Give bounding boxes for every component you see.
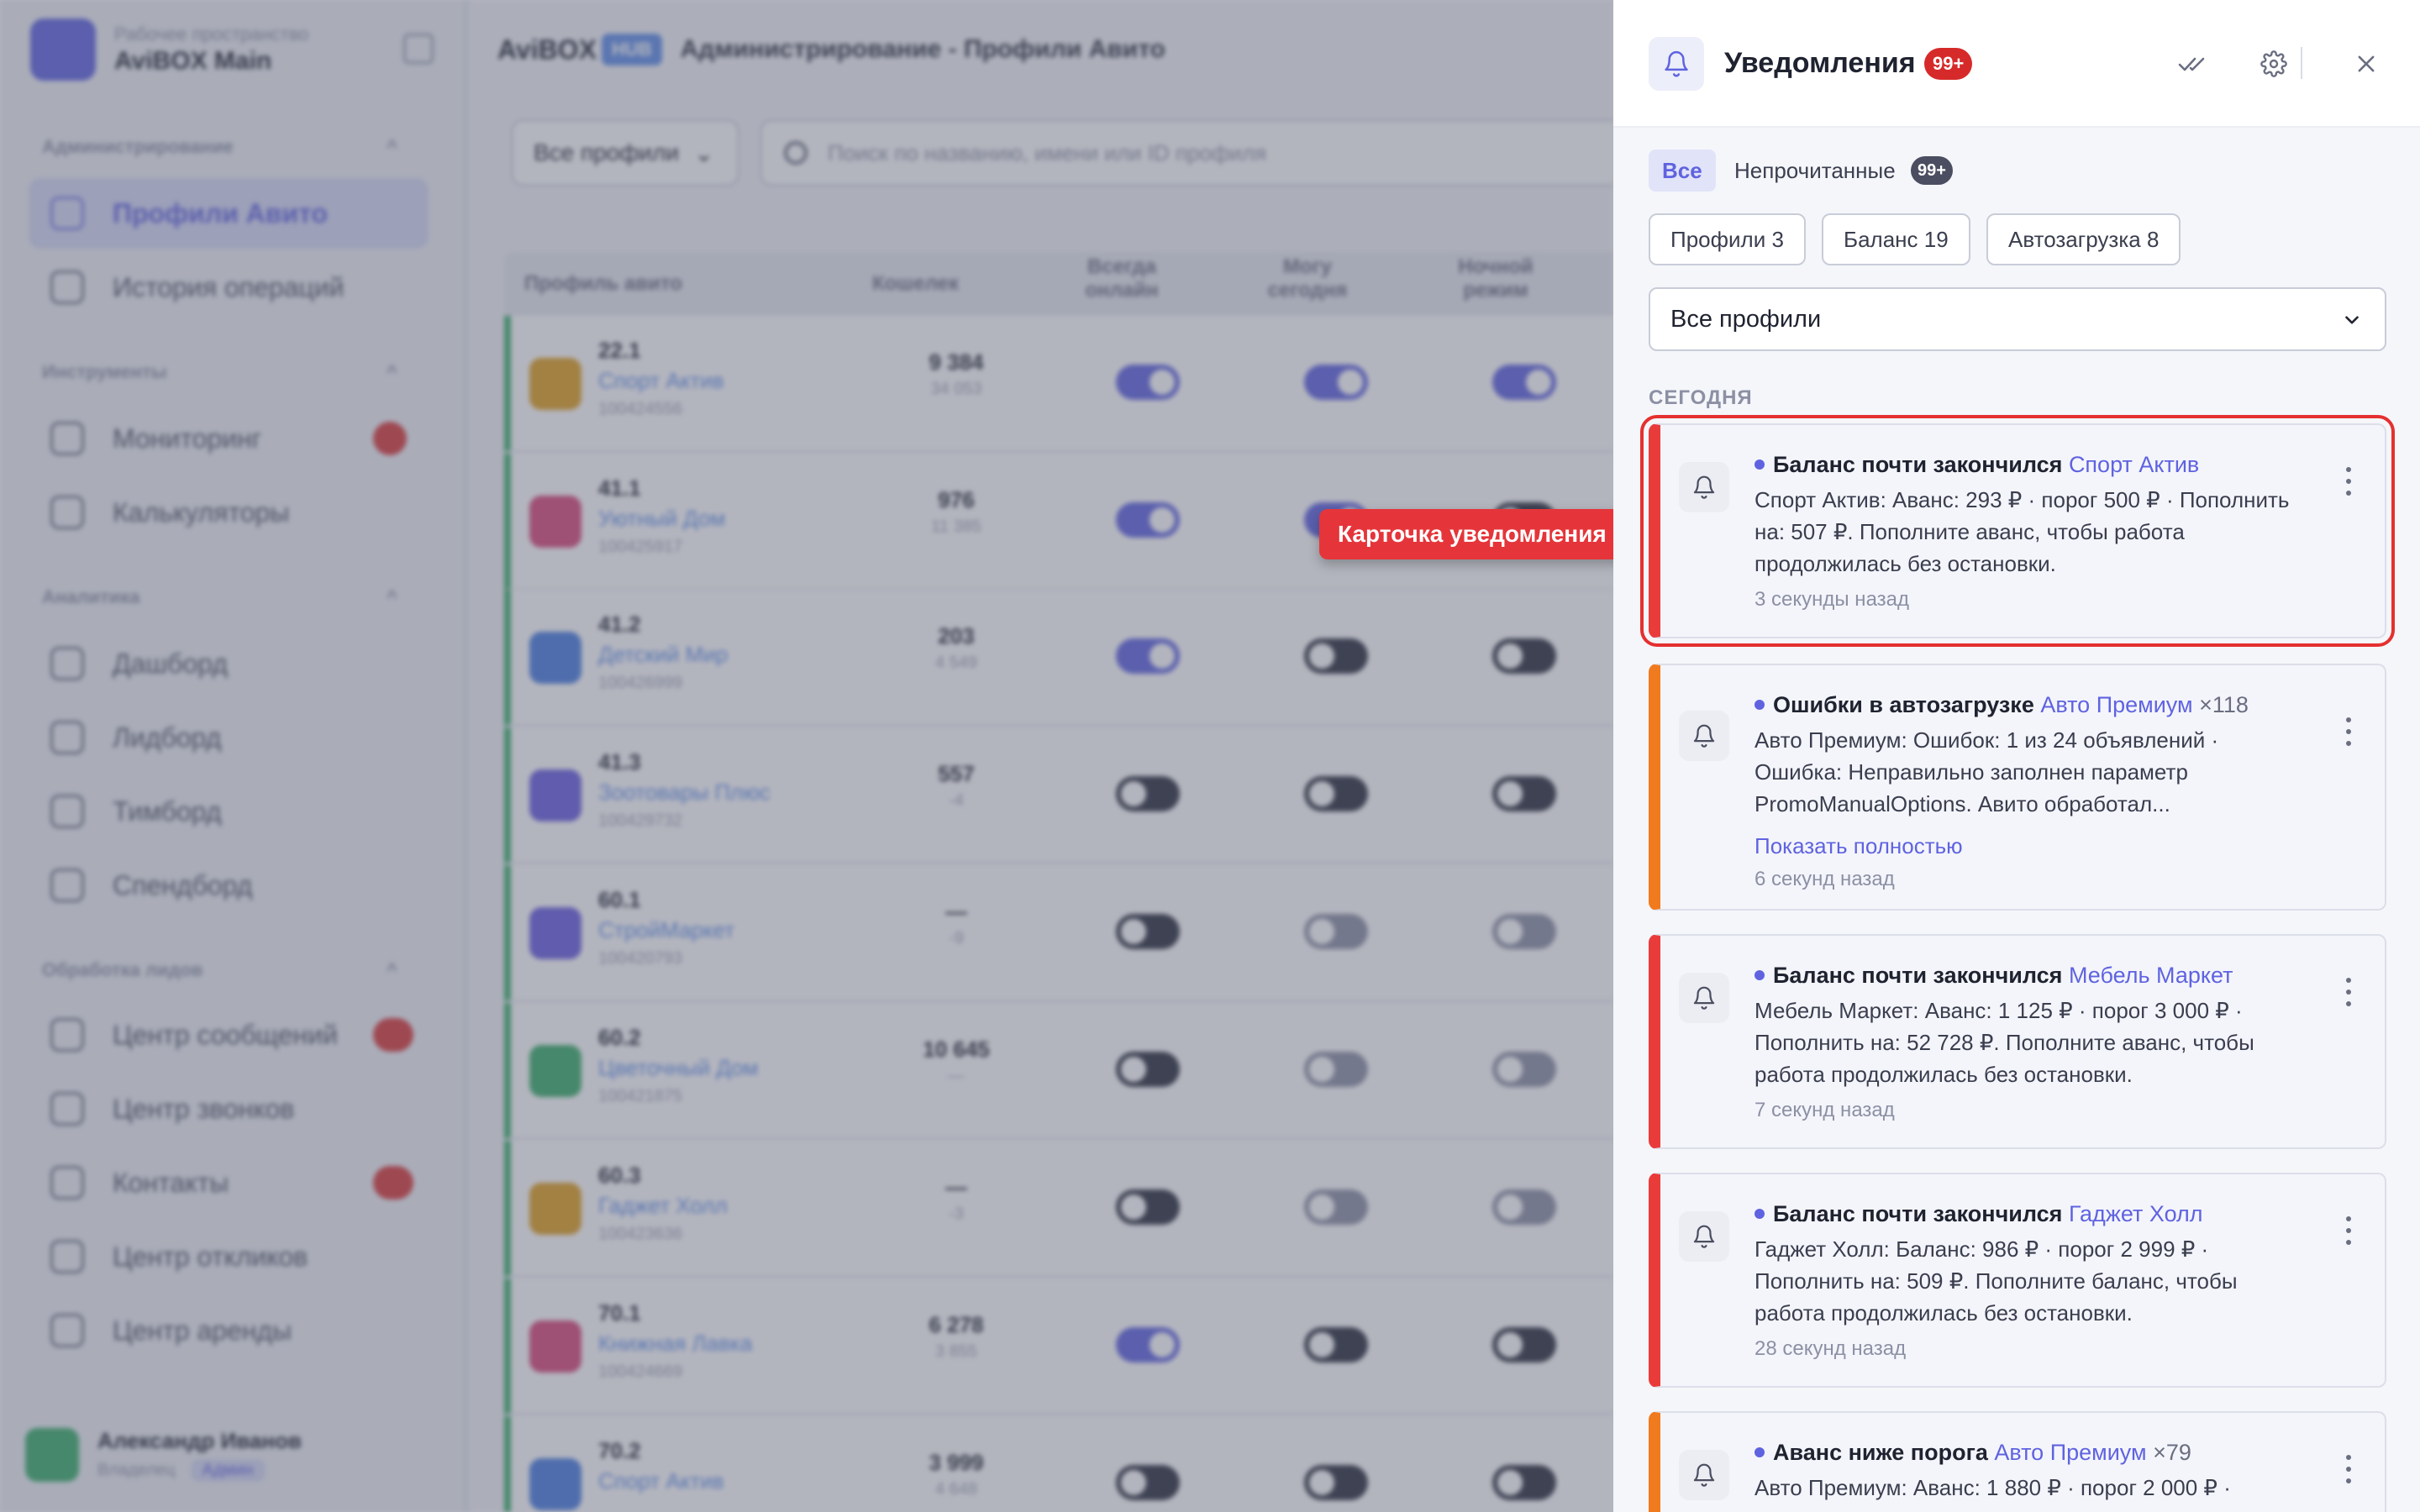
header-divider [2301, 47, 2302, 79]
notifications-title: Уведомления [1724, 47, 1916, 79]
close-button[interactable] [2344, 42, 2388, 86]
chevron-down-icon [2345, 316, 2359, 324]
notification-time: 6 секунд назад [1754, 868, 1895, 890]
more-options-icon[interactable] [2344, 717, 2353, 746]
profile-link[interactable]: Мебель Маркет [2069, 963, 2233, 988]
unread-dot [1754, 1208, 1765, 1219]
bell-icon [1679, 973, 1729, 1023]
double-check-icon [2178, 57, 2205, 71]
notification-title-line: Баланс почти закончился Мебель Маркет [1754, 961, 2292, 990]
unread-tab-badge: 99+ [1911, 156, 1953, 185]
notification-card[interactable]: Аванс ниже порога Авто Премиум ×79 Авто П… [1649, 1411, 2386, 1512]
notification-title: Баланс почти закончился [1773, 452, 2063, 477]
unread-dot [1754, 1446, 1765, 1457]
notifications-panel: Уведомления 99+ Все Непрочитанные 99+ Пр… [1613, 0, 2420, 1512]
notification-card[interactable]: Баланс почти закончился Мебель Маркет Меб… [1649, 934, 2386, 1149]
more-options-icon[interactable] [2344, 1455, 2353, 1483]
filter-chip-autoload[interactable]: Автозагрузка 8 [1986, 213, 2181, 265]
notifications-header: Уведомления 99+ [1613, 0, 2420, 128]
notification-title-line: Ошибки в автозагрузке Авто Премиум ×118 [1754, 690, 2292, 719]
notification-title-line: Баланс почти закончился Гаджет Холл [1754, 1200, 2292, 1228]
filter-chip-balance[interactable]: Баланс 19 [1822, 213, 1970, 265]
notification-title-line: Баланс почти закончился Спорт Актив [1754, 450, 2292, 479]
close-icon [2358, 55, 2375, 72]
notification-text: Мебель Маркет: Аванс: 1 125 ₽ · порог 3 … [1754, 998, 2254, 1087]
gear-icon [2260, 50, 2287, 77]
bell-icon [1679, 1211, 1729, 1262]
profile-link[interactable]: Спорт Актив [2069, 452, 2199, 477]
unread-dot [1754, 969, 1765, 980]
bell-icon [1649, 37, 1704, 91]
notification-card[interactable]: Ошибки в автозагрузке Авто Премиум ×118 А… [1649, 664, 2386, 911]
more-options-icon[interactable] [2344, 467, 2353, 496]
group-label-today: СЕГОДНЯ [1649, 386, 1753, 409]
notification-text: Гаджет Холл: Баланс: 986 ₽ · порог 2 999… [1754, 1236, 2238, 1326]
notification-title: Баланс почти закончился [1773, 1201, 2063, 1226]
more-options-icon[interactable] [2344, 978, 2353, 1006]
show-more-link[interactable]: Показать полностью [1754, 833, 2292, 859]
notification-card[interactable]: Баланс почти закончился Гаджет Холл Гадже… [1649, 1173, 2386, 1388]
unread-count-badge: 99+ [1924, 48, 1973, 80]
annotation-callout: Карточка уведомления [1319, 509, 1637, 559]
notification-text: Спорт Актив: Аванс: 293 ₽ · порог 500 ₽ … [1754, 487, 2290, 576]
bell-icon [1679, 1450, 1729, 1500]
notification-time: 3 секунды назад [1754, 588, 1909, 611]
mark-all-read-button[interactable] [2171, 42, 2215, 86]
settings-button[interactable] [2252, 42, 2296, 86]
profile-link[interactable]: Авто Премиум [2040, 692, 2192, 717]
notification-text: Авто Премиум: Ошибок: 1 из 24 объявлений… [1754, 727, 2219, 816]
notification-card[interactable]: Баланс почти закончился Спорт Актив Спорт… [1640, 415, 2395, 647]
repeat-count: ×118 [2199, 692, 2249, 717]
filter-chip-profiles[interactable]: Профили 3 [1649, 213, 1806, 265]
notification-time: 28 секунд назад [1754, 1337, 1907, 1360]
notification-title: Аванс ниже порога [1773, 1440, 1988, 1465]
tab-unread[interactable]: Непрочитанные [1734, 150, 1896, 192]
modal-backdrop[interactable] [0, 0, 1613, 1512]
notification-text: Авто Премиум: Аванс: 1 880 ₽ · порог 2 0… [1754, 1475, 2231, 1500]
unread-dot [1754, 699, 1765, 710]
profile-filter-dropdown[interactable]: Все профили [1649, 287, 2386, 351]
repeat-count: ×79 [2153, 1440, 2191, 1465]
more-options-icon[interactable] [2344, 1216, 2353, 1245]
notification-title-line: Аванс ниже порога Авто Премиум ×79 [1754, 1438, 2292, 1467]
notification-time: 7 секунд назад [1754, 1099, 1895, 1121]
profile-link[interactable]: Гаджет Холл [2069, 1201, 2203, 1226]
notification-title: Баланс почти закончился [1773, 963, 2063, 988]
bell-icon [1679, 462, 1729, 512]
tab-all[interactable]: Все [1649, 150, 1716, 192]
bell-icon [1679, 711, 1729, 761]
notification-title: Ошибки в автозагрузке [1773, 692, 2034, 717]
unread-dot [1754, 459, 1765, 470]
profile-link[interactable]: Авто Премиум [1994, 1440, 2146, 1465]
